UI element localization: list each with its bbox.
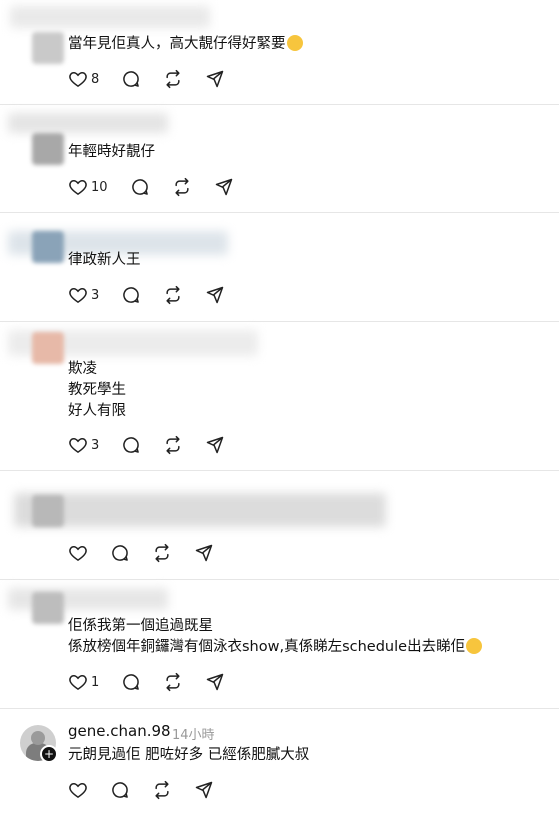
comment-4: 欺凌 教死學生 好人有限 3 [0, 322, 559, 471]
comment-text-line-3: 好人有限 [68, 403, 126, 419]
heart-icon [69, 545, 87, 561]
comment-text-line-1: 欺凌 [68, 361, 97, 377]
comment-6: 佢係我第一個追過既星 係放榜個年銅鑼灣有個泳衣show,真係睇左schedule… [0, 580, 559, 709]
share-button[interactable] [214, 177, 234, 197]
comment-5 [0, 471, 559, 580]
repost-button[interactable] [152, 780, 172, 800]
share-button[interactable] [205, 285, 225, 305]
like-button[interactable] [68, 543, 88, 563]
avatar[interactable] [32, 332, 64, 364]
heart-icon [69, 437, 87, 453]
comment-text: 元朗見過佢 肥咗好多 已經係肥膩大叔 [68, 747, 310, 763]
like-button[interactable]: 8 [68, 69, 99, 89]
comment-icon [112, 545, 128, 561]
comment-1: 當年見佢真人，高大靚仔得好緊要 8 [0, 0, 559, 105]
repost-button[interactable] [152, 543, 172, 563]
repost-icon [155, 543, 169, 563]
avatar[interactable] [32, 592, 64, 624]
send-icon [207, 673, 224, 691]
repost-icon [155, 780, 169, 800]
reply-button[interactable] [130, 177, 150, 197]
repost-icon [174, 177, 189, 197]
like-button[interactable]: 1 [68, 672, 99, 692]
send-icon [215, 178, 232, 196]
timestamp: 14小時 [172, 728, 215, 743]
share-button[interactable] [205, 435, 225, 455]
like-button[interactable]: 10 [68, 177, 108, 197]
send-icon [207, 436, 224, 454]
comment-icon [123, 287, 140, 303]
repost-button[interactable] [172, 177, 192, 197]
comment-7: + gene.chan.98 14小時 元朗見過佢 肥咗好多 已經係肥膩大叔 [0, 709, 559, 815]
heart-icon [69, 674, 87, 690]
send-icon [207, 70, 224, 88]
like-button[interactable]: 3 [68, 435, 99, 455]
comment-text-line-1: 佢係我第一個追過既星 [68, 618, 213, 634]
username[interactable]: gene.chan.98 [68, 722, 171, 740]
comment-text-line-2: 教死學生 [68, 382, 126, 398]
heart-icon [69, 71, 87, 87]
share-button[interactable] [205, 69, 225, 89]
blurred-content [14, 493, 386, 527]
reply-button[interactable] [121, 69, 141, 89]
like-count: 3 [91, 437, 100, 453]
comment-text: 當年見佢真人，高大靚仔得好緊要 [68, 34, 303, 55]
repost-button[interactable] [163, 672, 183, 692]
heart-icon [69, 287, 87, 303]
comment-icon [131, 179, 148, 195]
share-button[interactable] [194, 780, 214, 800]
repost-icon [166, 435, 180, 455]
smile-emoji-icon [286, 35, 303, 51]
like-count: 10 [91, 179, 108, 195]
repost-button[interactable] [163, 285, 183, 305]
heart-icon [69, 782, 87, 798]
repost-icon [166, 285, 180, 305]
blurred-header [10, 6, 210, 28]
send-icon [195, 781, 213, 799]
reply-button[interactable] [110, 543, 130, 563]
reply-button[interactable] [121, 672, 141, 692]
avatar[interactable] [32, 231, 64, 263]
comment-text: 年輕時好靚仔 [68, 144, 155, 160]
comment-icon [123, 437, 140, 453]
avatar[interactable] [32, 32, 64, 64]
share-button[interactable] [194, 543, 214, 563]
reply-button[interactable] [121, 435, 141, 455]
repost-button[interactable] [163, 435, 183, 455]
like-button[interactable] [68, 780, 88, 800]
avatar[interactable] [32, 133, 64, 165]
comment-text: 律政新人王 [68, 252, 141, 268]
follow-plus-icon[interactable]: + [40, 745, 58, 763]
comment-icon [123, 71, 140, 87]
reply-button[interactable] [121, 285, 141, 305]
smile-emoji-icon [466, 638, 483, 654]
blurred-header [8, 113, 168, 133]
repost-button[interactable] [163, 69, 183, 89]
comment-text-line-2: 係放榜個年銅鑼灣有個泳衣show,真係睇左schedule出去睇佢 [68, 637, 483, 658]
comment-3: 律政新人王 3 [0, 213, 559, 322]
send-icon [195, 544, 213, 562]
repost-icon [166, 672, 180, 692]
like-count: 8 [91, 71, 100, 87]
like-count: 3 [91, 287, 100, 303]
like-button[interactable]: 3 [68, 285, 99, 305]
reply-button[interactable] [110, 780, 130, 800]
share-button[interactable] [205, 672, 225, 692]
heart-icon [69, 179, 87, 195]
comment-icon [112, 782, 128, 798]
avatar[interactable] [32, 495, 64, 527]
repost-icon [166, 69, 180, 89]
comment-icon [123, 674, 140, 690]
comment-2: 年輕時好靚仔 10 [0, 105, 559, 213]
like-count: 1 [91, 674, 100, 690]
send-icon [207, 286, 224, 304]
